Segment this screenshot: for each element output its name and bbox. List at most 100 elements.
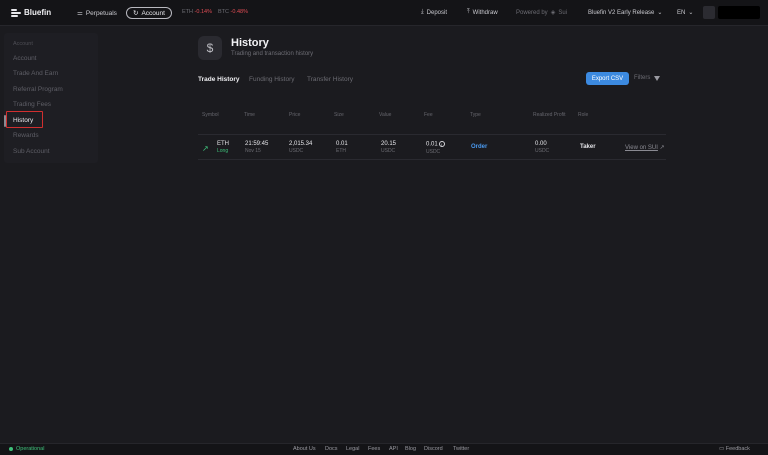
ticker-name: BTC bbox=[218, 9, 229, 15]
sidebar-item-sub-account[interactable]: Sub Account bbox=[13, 148, 50, 155]
info-icon[interactable]: i bbox=[438, 141, 445, 147]
column-header-size: Size bbox=[334, 112, 344, 118]
column-header-type: Type bbox=[470, 112, 481, 118]
column-header-fee: Fee bbox=[424, 112, 433, 118]
withdraw-button[interactable]: ⤒ Withdraw bbox=[467, 9, 498, 16]
powered-by-name: Sui bbox=[558, 9, 567, 16]
column-header-time: Time bbox=[244, 112, 255, 118]
refresh-icon: ↻ bbox=[133, 10, 139, 17]
ticker-change: -0.14% bbox=[194, 9, 212, 15]
cell-price: 2,015.34 USDC bbox=[289, 141, 312, 154]
export-csv-button[interactable]: Export CSV bbox=[586, 72, 629, 85]
cell-fee: 0.01 i USDC bbox=[426, 141, 445, 155]
symbol-name: ETH bbox=[217, 141, 229, 147]
status-dot-icon bbox=[9, 447, 13, 451]
column-header-realized-profit: Realized Profit bbox=[533, 112, 566, 118]
time-date: Nov 15 bbox=[245, 148, 261, 154]
profit-unit: USDC bbox=[535, 148, 550, 154]
tab-funding-history[interactable]: Funding History bbox=[249, 76, 295, 83]
release-dropdown[interactable]: Bluefin V2 Early Release ⌄ bbox=[588, 9, 662, 17]
deposit-label: Deposit bbox=[426, 9, 447, 16]
tab-trade-history[interactable]: Trade History bbox=[198, 76, 240, 83]
sidebar-item-account[interactable]: Account bbox=[13, 55, 37, 62]
fee-value: 0.01 bbox=[426, 141, 438, 148]
fee-unit: USDC bbox=[426, 148, 441, 155]
footer-link-api[interactable]: API bbox=[389, 446, 398, 452]
status-indicator: Operational bbox=[9, 446, 44, 452]
view-on-sui-link[interactable]: View on SUI ↗ bbox=[625, 144, 665, 151]
cell-size: 0.01 ETH bbox=[336, 141, 348, 154]
cell-realized-profit: 0.00 USDC bbox=[535, 141, 549, 154]
feedback-icon: ▭ bbox=[719, 446, 725, 452]
logo-text: Bluefin bbox=[24, 8, 52, 17]
type-link[interactable]: Order bbox=[471, 144, 487, 150]
view-on-sui-label: View on SUI bbox=[625, 145, 658, 151]
sidebar-item-trading-fees[interactable]: Trading Fees bbox=[13, 101, 51, 108]
footer-link-twitter[interactable]: Twitter bbox=[453, 446, 469, 452]
cell-symbol: ETH Long bbox=[217, 141, 229, 154]
value-unit: USDC bbox=[381, 148, 396, 154]
upload-icon: ⤒ bbox=[467, 9, 470, 15]
sidebar-item-trade-and-earn[interactable]: Trade And Earn bbox=[13, 70, 58, 77]
deposit-button[interactable]: ⤓ Deposit bbox=[421, 9, 447, 16]
role-value: Taker bbox=[580, 144, 596, 150]
withdraw-label: Withdraw bbox=[472, 9, 498, 16]
sui-icon: ◈ bbox=[550, 10, 556, 16]
footer-link-docs[interactable]: Docs bbox=[325, 446, 338, 452]
footer: Operational About Us Docs Legal Fees API… bbox=[0, 443, 768, 455]
value-amount: 20.15 bbox=[381, 141, 397, 147]
price-unit: USDC bbox=[289, 148, 304, 154]
filters-label: Filters bbox=[634, 75, 651, 81]
filters-button[interactable]: Filters bbox=[634, 75, 661, 81]
bluefin-logo-icon bbox=[11, 8, 21, 17]
tab-transfer-history[interactable]: Transfer History bbox=[307, 76, 353, 83]
powered-by-label: Powered by bbox=[516, 9, 548, 16]
nav-account[interactable]: ↻ Account bbox=[126, 7, 172, 19]
sidebar-item-rewards[interactable]: Rewards bbox=[13, 132, 39, 139]
page-subtitle: Trading and transaction history bbox=[231, 51, 314, 57]
column-header-role: Role bbox=[578, 112, 589, 118]
column-header-price: Price bbox=[289, 112, 301, 118]
arrow-up-right-icon: ↗ bbox=[202, 144, 209, 153]
language-dropdown[interactable]: EN ⌄ bbox=[677, 9, 694, 17]
column-header-value: Value bbox=[379, 112, 392, 118]
footer-link-discord[interactable]: Discord bbox=[424, 446, 443, 452]
nav-perpetuals[interactable]: ⚌ Perpetuals bbox=[77, 9, 117, 18]
theme-toggle[interactable] bbox=[703, 6, 715, 19]
footer-link-legal[interactable]: Legal bbox=[346, 446, 359, 452]
ticker-btc[interactable]: BTC -0.48% bbox=[218, 9, 248, 15]
chart-icon: ⚌ bbox=[77, 10, 83, 17]
time-value: 21:59:45 bbox=[245, 141, 269, 147]
nav-account-label: Account bbox=[141, 9, 165, 17]
release-label: Bluefin V2 Early Release bbox=[588, 9, 655, 16]
top-bar: Bluefin ⚌ Perpetuals ↻ Account ETH -0.14… bbox=[0, 0, 768, 26]
page-title: History bbox=[231, 37, 269, 49]
chevron-down-icon: ⌄ bbox=[688, 10, 694, 16]
cell-time: 21:59:45 Nov 15 bbox=[245, 141, 268, 154]
sidebar: Account Account Trade And Earn Referral … bbox=[4, 33, 98, 163]
column-header-symbol: Symbol bbox=[202, 112, 219, 118]
feedback-label: Feedback bbox=[725, 446, 750, 452]
footer-link-fees[interactable]: Fees bbox=[368, 446, 380, 452]
ticker-name: ETH bbox=[182, 9, 193, 15]
logo[interactable]: Bluefin bbox=[11, 8, 51, 17]
language-label: EN bbox=[677, 9, 686, 16]
symbol-side: Long bbox=[217, 148, 229, 154]
ticker-change: -0.48% bbox=[230, 9, 248, 15]
footer-link-blog[interactable]: Blog bbox=[405, 446, 416, 452]
ticker-eth[interactable]: ETH -0.14% bbox=[182, 9, 212, 15]
feedback-button[interactable]: ▭ Feedback bbox=[719, 446, 750, 452]
status-label: Operational bbox=[16, 446, 45, 452]
footer-link-about-us[interactable]: About Us bbox=[293, 446, 316, 452]
external-link-icon: ↗ bbox=[659, 145, 665, 151]
download-icon: ⤓ bbox=[421, 9, 424, 15]
nav-perpetuals-label: Perpetuals bbox=[85, 9, 117, 17]
cell-value: 20.15 USDC bbox=[381, 141, 396, 154]
selection-highlight bbox=[6, 111, 43, 128]
dollar-icon: $ bbox=[198, 36, 222, 60]
sidebar-item-referral-program[interactable]: Referral Program bbox=[13, 86, 63, 93]
table-row: ↗ ETH Long 21:59:45 Nov 15 2,015.34 USDC… bbox=[198, 134, 666, 160]
powered-by: Powered by ◈ Sui bbox=[516, 9, 567, 17]
funnel-icon bbox=[654, 75, 661, 81]
wallet-button[interactable] bbox=[718, 6, 760, 19]
